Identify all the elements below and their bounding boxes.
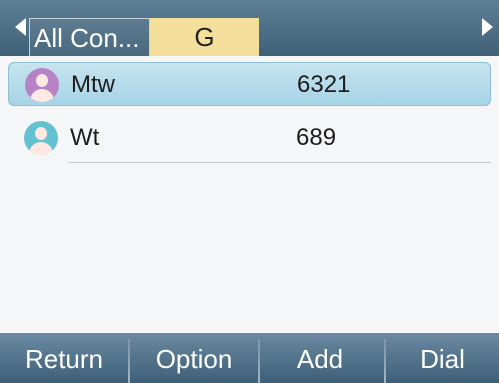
person-avatar-icon xyxy=(24,121,58,155)
contact-row-wt[interactable]: Wt 689 xyxy=(8,116,491,163)
arrow-left-icon[interactable] xyxy=(15,18,26,36)
person-avatar-icon xyxy=(25,68,59,102)
arrow-right-icon[interactable] xyxy=(482,18,493,36)
softkey-bar: Return Option Add Dial xyxy=(0,333,499,383)
return-button[interactable]: Return xyxy=(0,333,128,383)
row-divider xyxy=(68,162,491,163)
dial-button[interactable]: Dial xyxy=(386,333,499,383)
contact-row-mtw[interactable]: Mtw 6321 xyxy=(8,62,491,106)
add-button[interactable]: Add xyxy=(260,333,380,383)
option-button[interactable]: Option xyxy=(130,333,258,383)
phone-screen: All Con... G Mtw 6321 Wt 689 Return Opti… xyxy=(0,0,499,383)
tab-all-contacts[interactable]: All Con... xyxy=(29,18,150,56)
group-header: All Con... G xyxy=(0,0,499,56)
contact-number: 6321 xyxy=(297,71,351,98)
contact-name: Mtw xyxy=(71,71,115,98)
contact-name: Wt xyxy=(70,124,100,151)
contact-number: 689 xyxy=(296,124,337,151)
tab-group-g[interactable]: G xyxy=(150,18,259,56)
contact-list: Mtw 6321 Wt 689 xyxy=(8,62,491,170)
